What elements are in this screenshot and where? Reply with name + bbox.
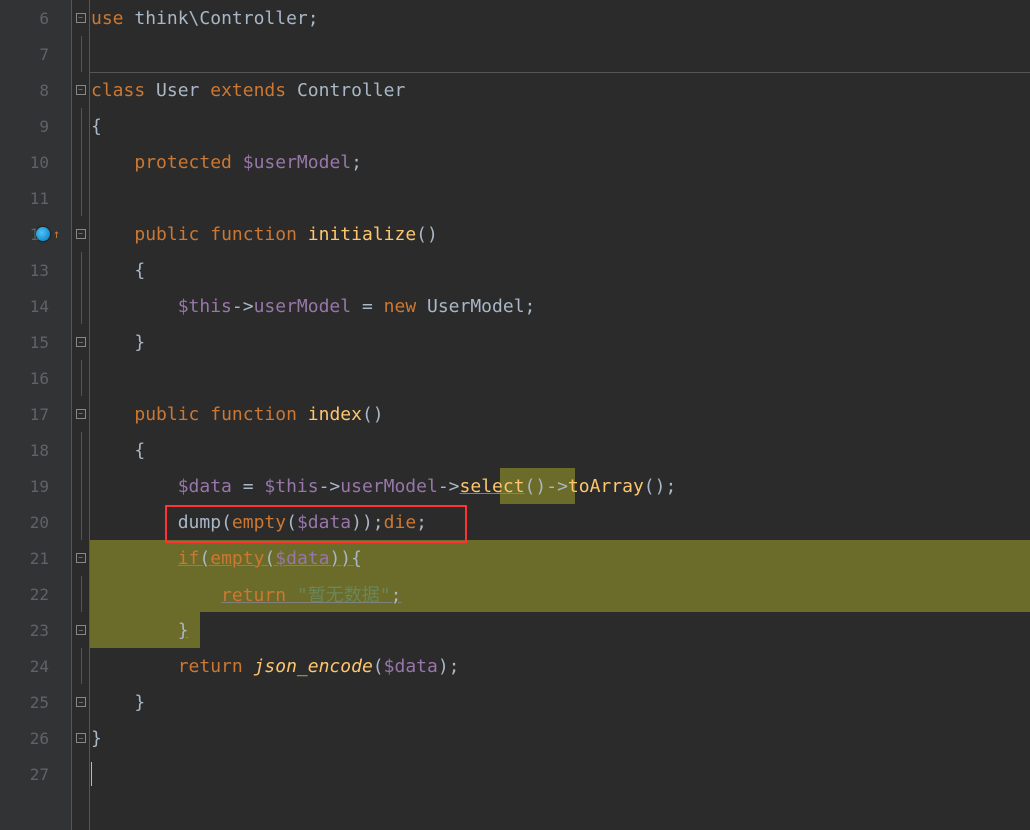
line-number[interactable]: 21 [0,540,71,576]
variable-this: $this [178,296,232,317]
method-call: toArray [568,476,644,497]
keyword-empty: empty [232,512,286,533]
property-ref: userModel [340,476,438,497]
code-line[interactable] [90,36,1030,72]
keyword-use: use [91,8,124,29]
code-line[interactable]: dump(empty($data));die; [90,504,1030,540]
code-line[interactable]: { [90,108,1030,144]
fold-end-icon[interactable]: − [76,337,86,347]
fold-column[interactable]: − − − − − − − − − [72,0,90,830]
keyword-return: return [178,656,243,677]
code-line[interactable]: public function index() [90,396,1030,432]
fold-end-icon[interactable]: − [76,697,86,707]
line-number[interactable]: 22 [0,576,71,612]
variable: $data [384,656,438,677]
code-line[interactable]: return json_encode($data); [90,648,1030,684]
code-line[interactable]: $data = $this->userModel->select()->toAr… [90,468,1030,504]
line-number[interactable]: 20 [0,504,71,540]
code-area[interactable]: use think\Controller; class User extends… [90,0,1030,830]
line-number[interactable]: 17 [0,396,71,432]
fold-minus-icon[interactable]: − [76,85,86,95]
keyword-extends: extends [210,80,286,101]
fold-end-icon[interactable]: − [76,733,86,743]
fold-minus-icon[interactable]: − [76,409,86,419]
method-call: select [460,476,525,497]
keyword-protected: protected [134,152,232,173]
keyword-empty: empty [210,548,264,569]
method-name: index [308,404,362,425]
variable: $data [178,476,232,497]
function-call: dump [178,512,221,533]
class-name: User [156,80,199,101]
keyword-function: function [210,224,297,245]
code-line[interactable]: if(empty($data)){ [90,540,1030,576]
code-line[interactable]: $this->userModel = new UserModel; [90,288,1030,324]
code-line[interactable]: } [90,612,1030,648]
code-line[interactable]: { [90,432,1030,468]
line-number[interactable]: 14 [0,288,71,324]
line-number[interactable]: 13 [0,252,71,288]
class-ref: UserModel [427,296,525,317]
line-number[interactable]: 24 [0,648,71,684]
breakpoint-icon[interactable] [36,227,50,241]
code-line[interactable]: use think\Controller; [90,0,1030,36]
code-line[interactable]: return "暂无数据"; [90,576,1030,612]
code-line[interactable]: } [90,684,1030,720]
arrow-up-icon: ↑ [53,227,60,241]
line-number[interactable]: 7 [0,36,71,72]
code-editor[interactable]: 6 7 8 9 10 11 12 ↑ 13 14 15 16 17 18 19 … [0,0,1030,830]
line-number[interactable]: 9 [0,108,71,144]
namespace: think [134,8,188,29]
method-name: initialize [308,224,416,245]
variable: $data [297,512,351,533]
keyword-return: return [221,585,286,606]
property: $userModel [243,152,351,173]
line-number[interactable]: 15 [0,324,71,360]
keyword-public: public [134,224,199,245]
keyword-class: class [91,80,145,101]
keyword-public: public [134,404,199,425]
line-gutter[interactable]: 6 7 8 9 10 11 12 ↑ 13 14 15 16 17 18 19 … [0,0,72,830]
line-number[interactable]: 23 [0,612,71,648]
line-number[interactable]: 6 [0,0,71,36]
keyword-new: new [384,296,417,317]
code-line[interactable]: class User extends Controller [90,72,1030,108]
line-number[interactable]: 12 ↑ [0,216,71,252]
code-line[interactable]: { [90,252,1030,288]
keyword-die: die [384,512,417,533]
keyword-if: if [178,548,200,569]
variable: $data [275,548,329,569]
line-number[interactable]: 16 [0,360,71,396]
fold-minus-icon[interactable]: − [76,229,86,239]
function-call: json_encode [254,656,373,677]
code-line[interactable] [90,360,1030,396]
line-number[interactable]: 11 [0,180,71,216]
fold-end-icon[interactable]: − [76,625,86,635]
variable-this: $this [264,476,318,497]
line-number[interactable]: 18 [0,432,71,468]
string-literal: "暂无数据" [297,585,391,606]
line-number[interactable]: 10 [0,144,71,180]
parent-class: Controller [297,80,405,101]
property-ref: userModel [254,296,352,317]
line-number[interactable]: 8 [0,72,71,108]
fold-minus-icon[interactable]: − [76,553,86,563]
code-line[interactable]: protected $userModel; [90,144,1030,180]
keyword-function: function [210,404,297,425]
line-number[interactable]: 26 [0,720,71,756]
code-line[interactable]: public function initialize() [90,216,1030,252]
class-ref: Controller [199,8,307,29]
fold-minus-icon[interactable]: − [76,13,86,23]
line-number[interactable]: 19 [0,468,71,504]
code-line[interactable]: } [90,324,1030,360]
code-line[interactable] [90,756,1030,792]
text-caret [91,762,92,786]
code-line[interactable]: } [90,720,1030,756]
code-line[interactable] [90,180,1030,216]
line-number[interactable]: 27 [0,756,71,792]
line-number[interactable]: 25 [0,684,71,720]
